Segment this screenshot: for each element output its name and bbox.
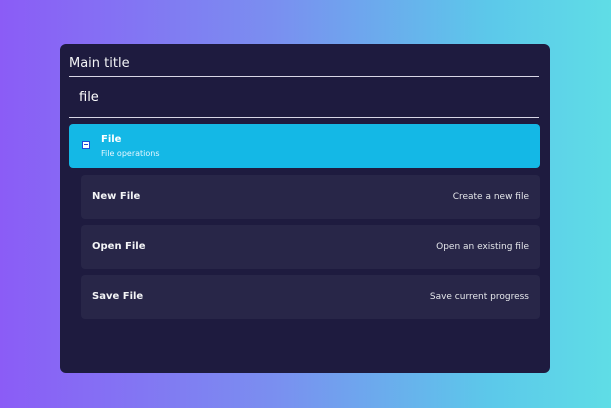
- command-description: Create a new file: [452, 192, 529, 202]
- command-palette: Main title File File operations New File…: [60, 44, 550, 373]
- group-title: File: [101, 134, 122, 145]
- palette-title: Main title: [69, 56, 130, 71]
- command-save-file[interactable]: Save File Save current progress: [81, 275, 540, 319]
- command-name: New File: [92, 191, 141, 202]
- command-name: Save File: [92, 291, 144, 302]
- divider-bottom: [69, 117, 539, 118]
- command-description: Save current progress: [429, 292, 529, 302]
- divider-top: [69, 76, 539, 77]
- document-icon: [82, 141, 90, 149]
- command-description: Open an existing file: [436, 242, 529, 252]
- command-new-file[interactable]: New File Create a new file: [81, 175, 540, 219]
- file-group-header[interactable]: File File operations: [69, 124, 540, 168]
- command-name: Open File: [92, 241, 146, 252]
- group-subtitle: File operations: [101, 149, 160, 158]
- command-open-file[interactable]: Open File Open an existing file: [81, 225, 540, 269]
- search-input[interactable]: [69, 86, 539, 108]
